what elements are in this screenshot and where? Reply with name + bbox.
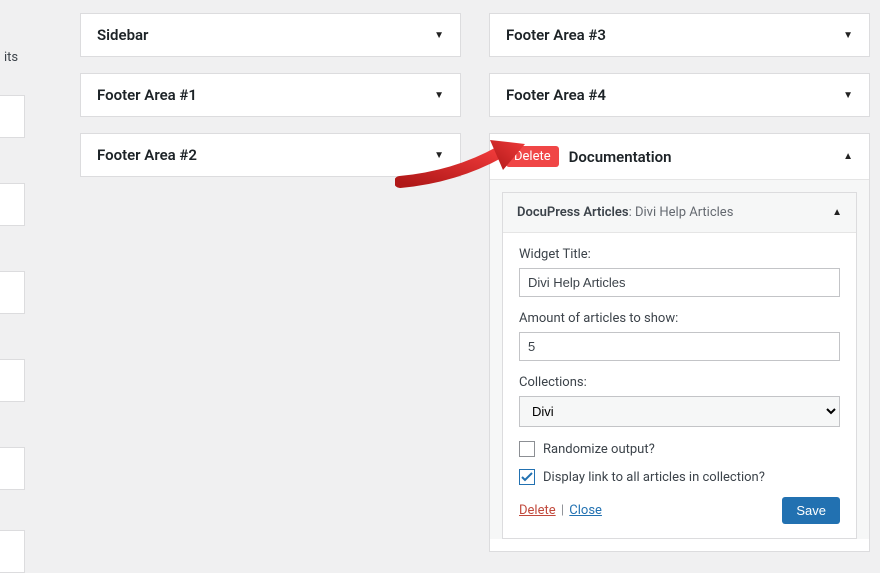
widget-item-header[interactable]: DocuPress Articles: Divi Help Articles ▲ xyxy=(503,193,856,232)
widgets-column-left: Sidebar ▼ Footer Area #1 ▼ Footer Area #… xyxy=(80,13,461,568)
save-button[interactable]: Save xyxy=(782,497,840,524)
left-fragment: its xyxy=(0,0,26,541)
display-link-checkbox[interactable] xyxy=(519,469,535,485)
area-title: Footer Area #3 xyxy=(506,26,843,44)
widget-title-label: Widget Title: xyxy=(519,247,840,262)
widget-area-footer-4[interactable]: Footer Area #4 ▼ xyxy=(489,73,870,117)
documentation-header[interactable]: Delete Documentation ▲ xyxy=(490,134,869,179)
chevron-up-icon: ▲ xyxy=(832,207,842,218)
area-title: Footer Area #1 xyxy=(97,86,434,104)
widget-close-link[interactable]: Close xyxy=(569,503,602,518)
widget-area-footer-3[interactable]: Footer Area #3 ▼ xyxy=(489,13,870,57)
collections-label: Collections: xyxy=(519,375,840,390)
randomize-label: Randomize output? xyxy=(543,442,655,457)
chevron-down-icon: ▼ xyxy=(843,30,853,41)
widget-name-label: DocuPress Articles xyxy=(517,205,629,220)
chevron-up-icon: ▲ xyxy=(843,151,853,162)
widget-delete-link[interactable]: Delete xyxy=(519,503,556,518)
chevron-down-icon: ▼ xyxy=(434,90,444,101)
chevron-down-icon: ▼ xyxy=(434,30,444,41)
area-title: Footer Area #2 xyxy=(97,146,434,164)
area-title: Documentation xyxy=(569,148,843,166)
collections-select[interactable]: Divi xyxy=(519,396,840,427)
amount-input[interactable] xyxy=(519,332,840,361)
widget-area-footer-2[interactable]: Footer Area #2 ▼ xyxy=(80,133,461,177)
display-link-label: Display link to all articles in collecti… xyxy=(543,470,765,485)
delete-area-button[interactable]: Delete xyxy=(506,146,559,167)
fragment-text: its xyxy=(4,50,18,65)
area-title: Footer Area #4 xyxy=(506,86,843,104)
amount-label: Amount of articles to show: xyxy=(519,311,840,326)
widgets-column-right: Footer Area #3 ▼ Footer Area #4 ▼ Delete… xyxy=(489,13,870,568)
widget-area-documentation: Delete Documentation ▲ DocuPress Article… xyxy=(489,133,870,552)
widget-area-sidebar[interactable]: Sidebar ▼ xyxy=(80,13,461,57)
chevron-down-icon: ▼ xyxy=(434,150,444,161)
randomize-checkbox[interactable] xyxy=(519,441,535,457)
area-title: Sidebar xyxy=(97,26,434,44)
widget-subtitle: Divi Help Articles xyxy=(635,205,733,220)
widget-area-footer-1[interactable]: Footer Area #1 ▼ xyxy=(80,73,461,117)
chevron-down-icon: ▼ xyxy=(843,90,853,101)
widget-title-input[interactable] xyxy=(519,268,840,297)
widget-docupress: DocuPress Articles: Divi Help Articles ▲… xyxy=(502,192,857,539)
